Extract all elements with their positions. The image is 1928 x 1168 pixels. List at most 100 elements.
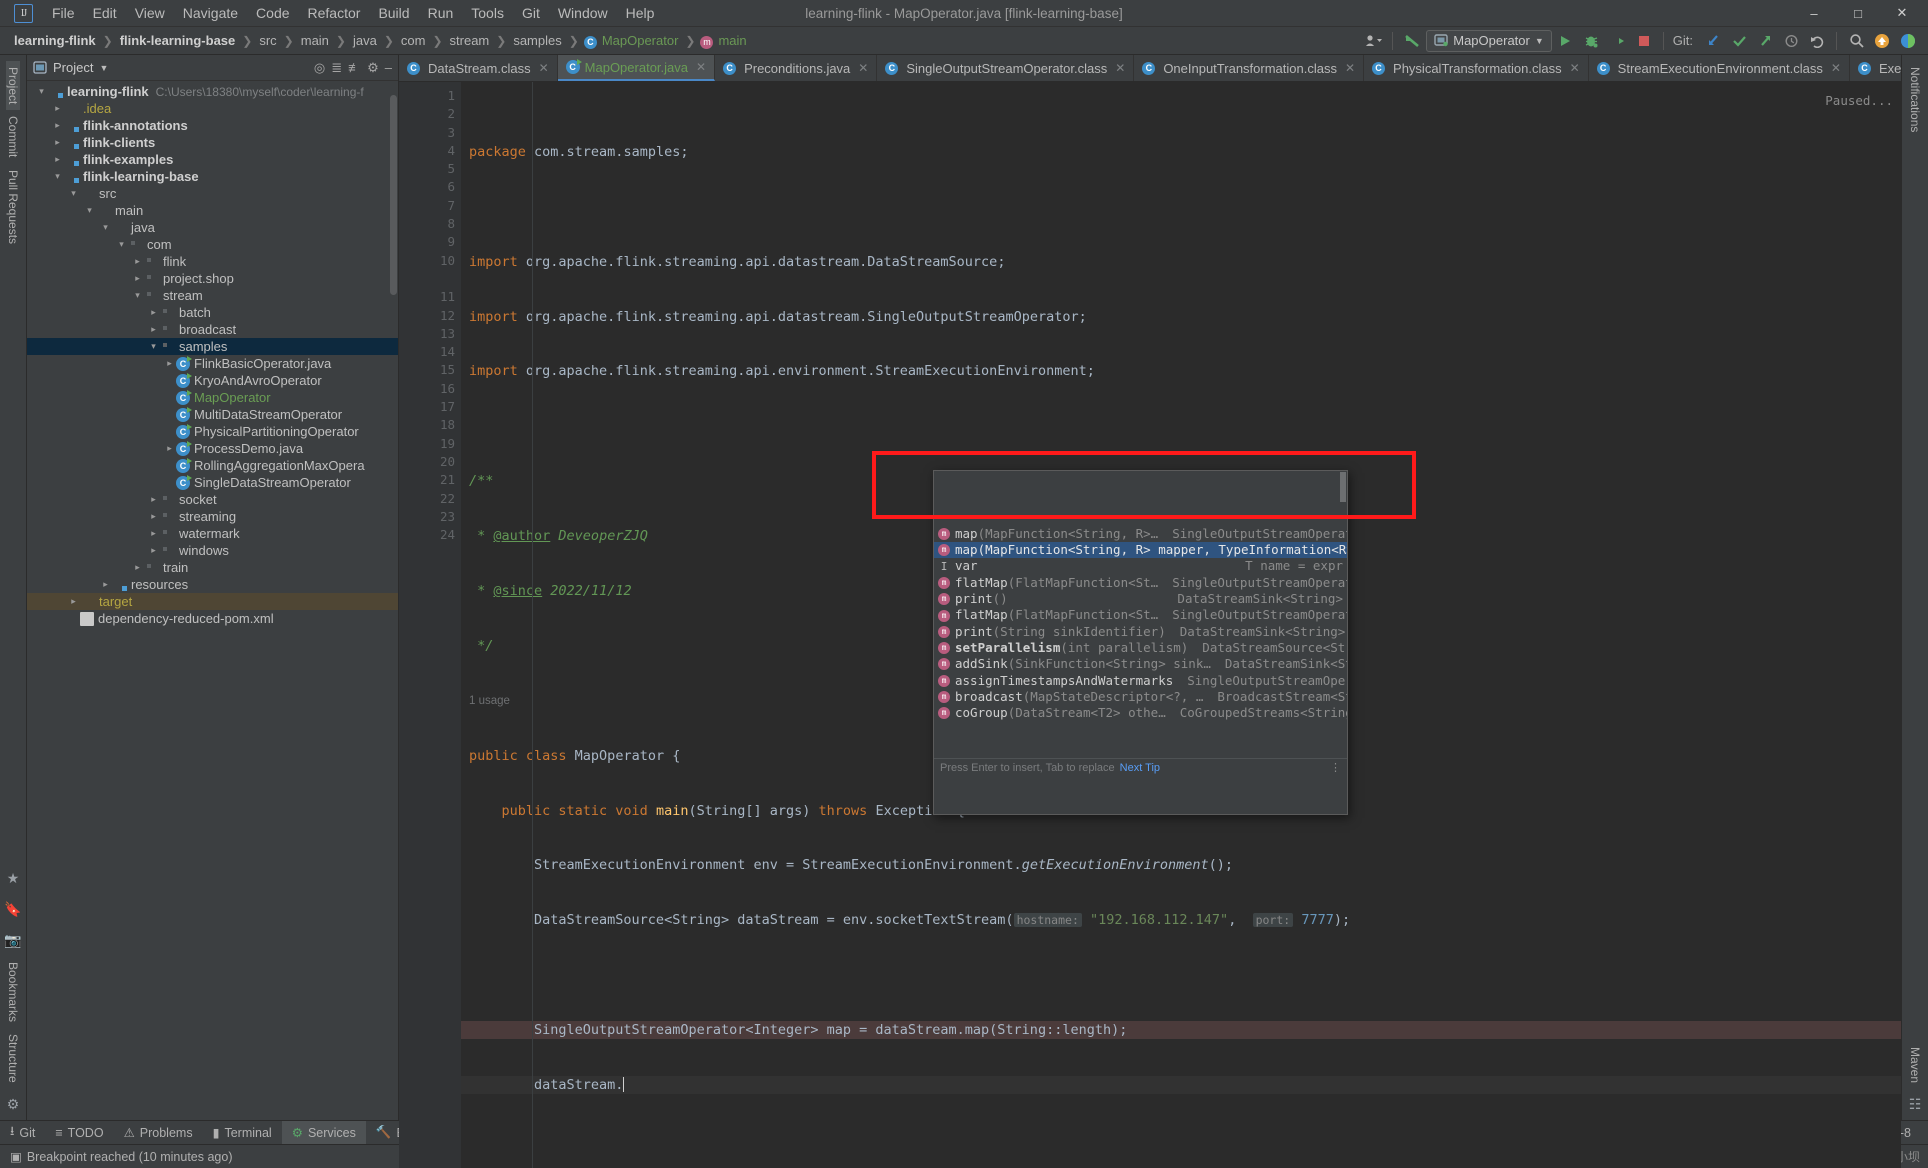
sidebar-item-structure[interactable]: Structure [6,1028,20,1089]
git-commit-icon[interactable] [1727,30,1751,52]
completion-item-map[interactable]: m map (MapFunction<String, R>… SingleOutput… [934,526,1347,542]
editor-tab-exec[interactable]: C Exec [1850,55,1901,81]
tree-expand-arrow[interactable]: ▸ [163,443,176,454]
menu-run[interactable]: Run [419,2,463,24]
completion-item-assigntimestampsandwatermarks[interactable]: m assignTimestampsAndWatermarks SingleOutp… [934,673,1347,689]
sidebar-item-pull-requests[interactable]: Pull Requests [6,164,20,250]
maximize-button[interactable]: □ [1836,0,1880,26]
more-options-icon[interactable]: ⋮ [1330,759,1341,777]
close-icon[interactable]: ✕ [1345,61,1355,75]
tree-item-com[interactable]: ▾ com [27,236,398,253]
breadcrumb-item-project[interactable]: learning-flink [12,33,98,48]
gutter-line-6[interactable]: 6 [399,179,461,197]
ai-icon[interactable] [1896,30,1920,52]
stop-icon[interactable] [1632,30,1656,52]
tree-item-resources[interactable]: ▸ resources [27,576,398,593]
editor-tab-physicaltransformation-class[interactable]: C PhysicalTransformation.class ✕ [1364,55,1589,81]
tree-item-streaming[interactable]: ▸ streaming [27,508,398,525]
tree-expand-arrow[interactable]: ▾ [67,188,80,199]
completion-item-print[interactable]: m print (String sinkIdentifier) DataStreamS… [934,624,1347,640]
gutter-line-12[interactable]: 12▶ [399,308,471,326]
close-icon[interactable]: ✕ [1831,61,1841,75]
tree-item-samples[interactable]: ▾ samples [27,338,398,355]
tree-item-processdemo-java[interactable]: ▸ C ProcessDemo.java [27,440,398,457]
menu-tools[interactable]: Tools [462,2,513,24]
tree-item-java[interactable]: ▾ java [27,219,398,236]
gutter-line-24[interactable]: 24 [399,527,461,545]
window-controls[interactable]: – □ ✕ [1792,0,1928,26]
tree-item-windows[interactable]: ▸ windows [27,542,398,559]
tree-item-singledatastreamoperator[interactable]: C SingleDataStreamOperator [27,474,398,491]
menu-file[interactable]: File [43,2,84,24]
completion-item-var[interactable]: Ivar T name = expr [934,558,1347,574]
tree-expand-arrow[interactable]: ▸ [147,545,160,556]
editor-tab-bar[interactable]: C DataStream.class ✕ C MapOperator.java ✕ C Pre… [399,55,1901,82]
breadcrumb-item-stream[interactable]: stream [448,33,492,48]
close-button[interactable]: ✕ [1880,0,1924,26]
tree-expand-arrow[interactable]: ▾ [131,290,144,301]
breadcrumb-item-java[interactable]: java [351,33,379,48]
completion-scrollbar[interactable] [1340,472,1346,502]
coverage-icon[interactable] [1606,30,1630,52]
gutter-line-13[interactable]: 13 [399,326,461,344]
breadcrumb-item-src[interactable]: src [257,33,278,48]
collapse-all-icon[interactable]: ≢ [348,60,361,75]
tree-expand-arrow[interactable]: ▾ [99,222,112,233]
gutter-line-17[interactable]: 17 [399,399,461,417]
gutter-line-8[interactable]: 8 [399,216,461,234]
gutter-line-21[interactable]: 21 [399,472,461,490]
sidebar-item-maven[interactable]: Maven [1908,1041,1922,1089]
tree-item-physicalpartitioningoperator[interactable]: C PhysicalPartitioningOperator [27,423,398,440]
tree-expand-arrow[interactable]: ▸ [67,596,80,607]
run-configuration-selector[interactable]: MapOperator ▼ [1426,29,1552,52]
tree-expand-arrow[interactable]: ▸ [147,307,160,318]
tree-expand-arrow[interactable]: ▸ [147,324,160,335]
gutter-line-2[interactable]: 2 [399,106,461,124]
close-icon[interactable]: ✕ [539,61,549,75]
code-text[interactable]: package com.stream.samples; import org.a… [461,82,1901,1168]
back-arrow-icon[interactable] [1400,30,1424,52]
menu-view[interactable]: View [126,2,174,24]
locate-icon[interactable]: ◎ [314,60,325,76]
chevron-down-icon[interactable]: ▼ [1535,36,1544,46]
breadcrumb-item-main[interactable]: main [299,33,331,48]
gutter-line-3[interactable]: 3 [399,125,461,143]
sidebar-item-bookmarks[interactable]: Bookmarks [6,956,20,1028]
tree-expand-arrow[interactable]: ▾ [115,239,128,250]
tree-expand-arrow[interactable]: ▾ [83,205,96,216]
tree-item-multidatastreamoperator[interactable]: C MultiDataStreamOperator [27,406,398,423]
tree-expand-arrow[interactable]: ▸ [147,528,160,539]
git-update-icon[interactable] [1701,30,1725,52]
tree-expand-arrow[interactable]: ▸ [51,137,64,148]
tree-item-watermark[interactable]: ▸ watermark [27,525,398,542]
bookmark-icon[interactable]: ★ [7,870,20,887]
completion-item-flatmap[interactable]: m flatMap (FlatMapFunction<St… SingleOutput… [934,575,1347,591]
gutter-line-20[interactable]: 20 [399,454,461,472]
hide-panel-icon[interactable]: – [385,60,392,75]
tree-item-flink-clients[interactable]: ▸ flink-clients [27,134,398,151]
tree-expand-arrow[interactable]: ▾ [51,171,64,182]
project-scrollbar[interactable] [390,95,397,295]
breadcrumb-item-class[interactable]: MapOperator [600,33,681,48]
tree-item-main[interactable]: ▾ main [27,202,398,219]
status-terminal[interactable]: ▮ Terminal [203,1125,282,1141]
bookmarks-folder-icon[interactable]: 🔖 [4,901,21,918]
breadcrumb-item-samples[interactable]: samples [511,33,563,48]
tree-item--idea[interactable]: ▸ .idea [27,100,398,117]
tree-expand-arrow[interactable]: ▸ [51,154,64,165]
tree-item-batch[interactable]: ▸ batch [27,304,398,321]
menu-code[interactable]: Code [247,2,298,24]
tree-expand-arrow[interactable]: ▾ [147,341,160,352]
gutter-line-11[interactable]: 11▶ [399,289,471,307]
git-push-icon[interactable] [1753,30,1777,52]
gutter-line-1[interactable]: 1 [399,88,461,106]
completion-item-setparallelism[interactable]: m setParallelism (int parallelism) DataStre… [934,640,1347,656]
update-icon[interactable] [1870,30,1894,52]
tree-expand-arrow[interactable]: ▸ [163,358,176,369]
search-icon[interactable] [1844,30,1868,52]
gutter-line-23[interactable]: 23 [399,509,461,527]
completion-item-cogroup[interactable]: m coGroup (DataStream<T2> othe… CoGroupedSt… [934,705,1347,721]
menu-bar[interactable]: File Edit View Navigate Code Refactor Bu… [43,2,663,24]
gutter-line-5[interactable]: 5 [399,161,461,179]
close-icon[interactable]: ✕ [858,61,868,75]
